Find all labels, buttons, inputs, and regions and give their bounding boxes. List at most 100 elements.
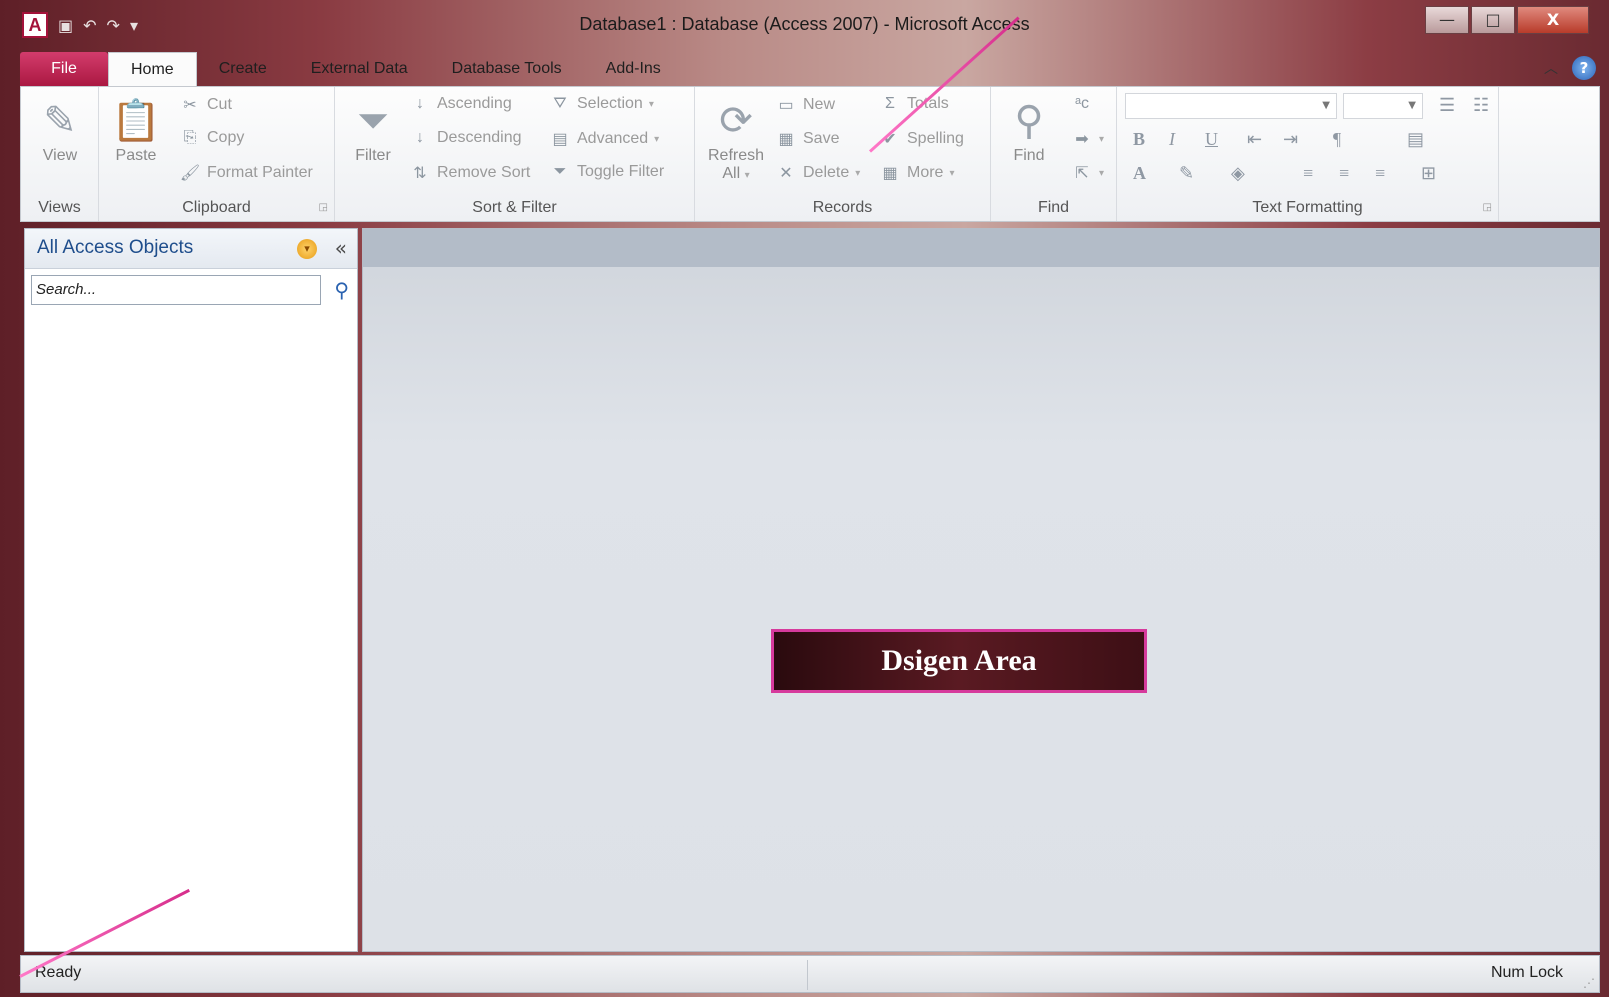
- font-color-icon[interactable]: A: [1133, 163, 1146, 184]
- remove-sort-label: Remove Sort: [437, 164, 531, 181]
- paste-icon: 📋: [111, 99, 161, 143]
- nav-title[interactable]: All Access Objects: [37, 237, 193, 259]
- numbering-icon[interactable]: ☷: [1473, 95, 1489, 116]
- help-icon[interactable]: ?: [1572, 56, 1596, 80]
- clipboard-dialog-launcher-icon[interactable]: ◲: [319, 202, 328, 213]
- copy-button[interactable]: ⎘ Copy: [179, 129, 245, 147]
- advanced-label: Advanced: [577, 130, 649, 147]
- views-group-label: Views: [38, 199, 81, 216]
- align-left-icon[interactable]: ≡: [1303, 163, 1313, 184]
- copy-icon: ⎘: [183, 129, 197, 146]
- refresh-icon: ⟳: [719, 99, 753, 143]
- tab-file[interactable]: File: [20, 52, 108, 88]
- align-right-icon[interactable]: ≡: [1375, 163, 1385, 184]
- alternate-row-color-icon[interactable]: ▤: [1407, 129, 1424, 150]
- tab-create[interactable]: Create: [197, 52, 289, 88]
- selection-button[interactable]: ⛛ Selection ▾: [549, 95, 654, 113]
- search-input[interactable]: Search...: [31, 275, 321, 305]
- clipboard-group-label: Clipboard: [182, 199, 251, 216]
- title-bar: A ▣ ↶ ↷ ▾ Database1 : Database (Access 2…: [0, 0, 1609, 52]
- tab-external-data[interactable]: External Data: [289, 52, 430, 88]
- text-formatting-group-label: Text Formatting: [1252, 199, 1363, 216]
- font-name-combo[interactable]: ▼: [1125, 93, 1337, 119]
- italic-icon[interactable]: I: [1169, 129, 1175, 150]
- remove-sort-button[interactable]: ⇅ Remove Sort: [409, 163, 530, 183]
- filter-button[interactable]: ⏷ Filter: [345, 95, 401, 165]
- chevron-down-icon: ▼: [1408, 100, 1416, 111]
- save-record-icon: ▦: [778, 131, 794, 148]
- more-button[interactable]: ▦ More ▾: [879, 163, 954, 183]
- font-size-combo[interactable]: ▼: [1343, 93, 1423, 119]
- fill-color-icon[interactable]: ◈: [1231, 163, 1245, 184]
- sort-filter-group-label: Sort & Filter: [472, 199, 557, 216]
- chevron-down-icon: ▾: [654, 133, 660, 145]
- paintbrush-icon: 🖌: [179, 165, 201, 182]
- bullets-icon[interactable]: ☰: [1439, 95, 1455, 116]
- cut-button[interactable]: ✂ Cut: [179, 95, 232, 115]
- refresh-label: Refresh: [707, 147, 765, 164]
- toggle-filter-button[interactable]: ⏷ Toggle Filter: [549, 163, 665, 181]
- records-group: ⟳ Refresh All ▾ ▭ New ▦ Save ✕ Delete ▾ …: [695, 87, 991, 221]
- paragraph-direction-icon[interactable]: ¶: [1333, 129, 1341, 150]
- save-record-button[interactable]: ▦ Save: [775, 129, 839, 149]
- records-group-label: Records: [812, 199, 873, 216]
- selection-filter-icon: ⛛: [553, 95, 567, 112]
- search-icon[interactable]: ⚲: [334, 278, 349, 302]
- find-label: Find: [1013, 147, 1045, 164]
- view-button[interactable]: ✎ View: [29, 95, 91, 165]
- paste-button[interactable]: 📋 Paste: [105, 95, 167, 165]
- resize-grip-icon[interactable]: ⋰: [1583, 976, 1595, 990]
- tab-add-ins[interactable]: Add-Ins: [584, 52, 683, 88]
- remove-sort-icon: ⇅: [413, 165, 427, 182]
- close-button[interactable]: X: [1517, 6, 1589, 34]
- replace-icon[interactable]: ᵃc: [1071, 95, 1093, 113]
- view-label: View: [42, 147, 78, 164]
- tab-home[interactable]: Home: [108, 52, 197, 88]
- minimize-button[interactable]: —: [1425, 6, 1469, 34]
- maximize-button[interactable]: □: [1471, 6, 1515, 34]
- text-formatting-dialog-launcher-icon[interactable]: ◲: [1483, 202, 1492, 213]
- num-lock-indicator: Num Lock: [1490, 964, 1563, 981]
- binoculars-icon: ⚲: [1014, 99, 1044, 143]
- increase-indent-icon[interactable]: ⇥: [1283, 129, 1298, 150]
- find-button[interactable]: ⚲ Find: [999, 95, 1059, 165]
- go-to-icon[interactable]: ➡ ▾: [1071, 129, 1104, 149]
- copy-label: Copy: [207, 129, 245, 146]
- sort-ascending-icon: ↓: [416, 95, 424, 112]
- nav-menu-dropdown-icon[interactable]: ▾: [297, 239, 317, 259]
- cut-label: Cut: [207, 96, 232, 113]
- nav-header[interactable]: All Access Objects ▾ «: [25, 229, 357, 269]
- shutter-bar-collapse-icon[interactable]: «: [335, 236, 347, 260]
- window-controls: — □ X: [1423, 6, 1589, 34]
- toggle-filter-icon: ⏷: [553, 163, 567, 180]
- align-center-icon[interactable]: ≡: [1339, 163, 1349, 184]
- new-label: New: [803, 96, 836, 113]
- format-painter-button[interactable]: 🖌 Format Painter: [179, 163, 313, 183]
- bold-icon[interactable]: B: [1133, 129, 1145, 150]
- descending-button[interactable]: ↓ Descending: [409, 129, 522, 147]
- refresh-all-button[interactable]: ⟳ Refresh All ▾: [701, 95, 771, 183]
- select-icon[interactable]: ⇱ ▾: [1071, 163, 1104, 183]
- delete-icon: ✕: [779, 165, 793, 182]
- find-group-label: Find: [1037, 199, 1070, 216]
- highlight-icon[interactable]: ✎: [1179, 163, 1194, 184]
- chevron-down-icon: ▾: [949, 167, 955, 179]
- advanced-button[interactable]: ▤ Advanced ▾: [549, 129, 659, 149]
- new-record-button[interactable]: ▭ New: [775, 95, 835, 115]
- window-title: Database1 : Database (Access 2007) - Mic…: [579, 14, 1030, 34]
- underline-icon[interactable]: U: [1205, 129, 1218, 150]
- tab-database-tools[interactable]: Database Tools: [430, 52, 584, 88]
- gridlines-icon[interactable]: ⊞: [1421, 163, 1436, 184]
- chevron-down-icon: ▼: [1322, 100, 1330, 111]
- navigation-pane: All Access Objects ▾ « Search... ⚲: [24, 228, 358, 952]
- access-window: A ▣ ↶ ↷ ▾ Database1 : Database (Access 2…: [0, 0, 1609, 997]
- minimize-ribbon-icon[interactable]: ︿: [1544, 58, 1558, 78]
- decrease-indent-icon[interactable]: ⇤: [1247, 129, 1262, 150]
- spelling-label: Spelling: [907, 130, 964, 147]
- design-area[interactable]: Dsigen Area: [362, 228, 1600, 952]
- sigma-icon: Σ: [885, 95, 895, 112]
- delete-record-button[interactable]: ✕ Delete ▾: [775, 163, 860, 183]
- chevron-down-icon: ▾: [648, 98, 654, 110]
- toggle-filter-label: Toggle Filter: [577, 163, 665, 180]
- ascending-button[interactable]: ↓ Ascending: [409, 95, 512, 113]
